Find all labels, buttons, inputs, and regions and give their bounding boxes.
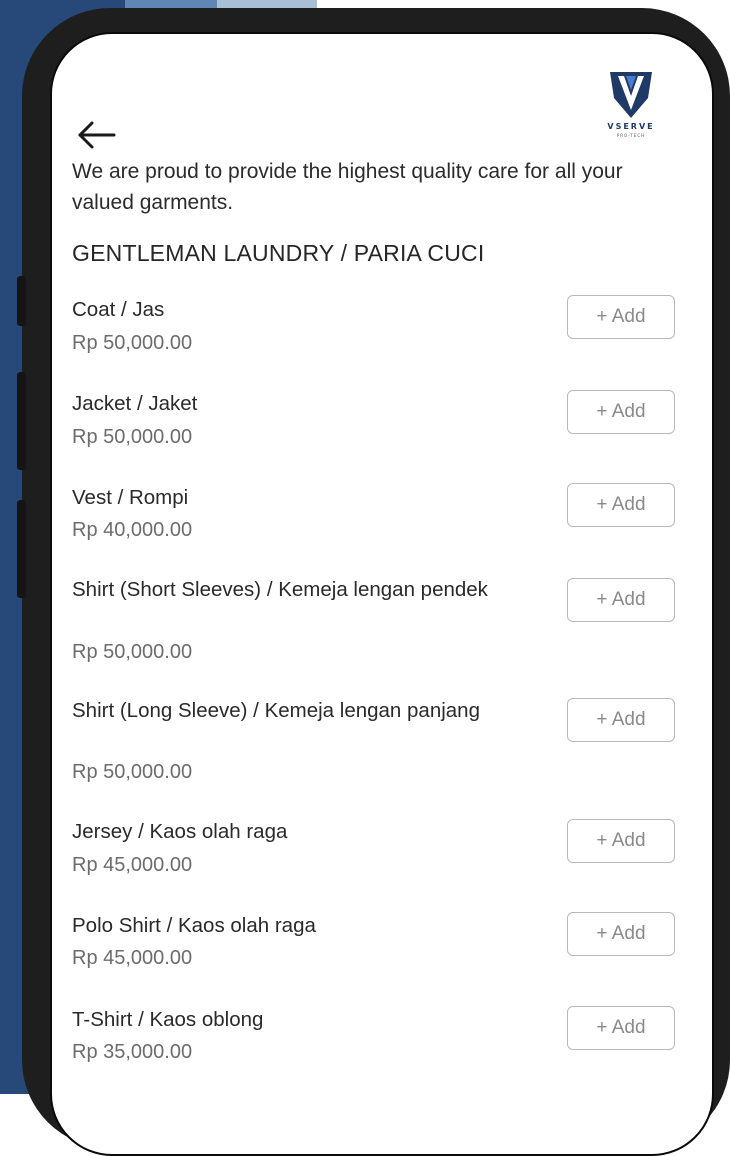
brand-logo: VSERVE PRO-TECH: [606, 68, 656, 140]
add-button[interactable]: + Add: [567, 390, 675, 434]
item-name: Shirt (Long Sleeve) / Kemeja lengan panj…: [72, 699, 480, 722]
item-price: Rp 50,000.00: [72, 426, 193, 448]
item-price: Rp 50,000.00: [72, 761, 193, 783]
arrow-left-icon: [78, 121, 116, 149]
item-name: Jacket / Jaket: [72, 392, 198, 415]
item-name: Polo Shirt / Kaos olah raga: [72, 914, 316, 937]
item-price: Rp 35,000.00: [72, 1041, 193, 1063]
brand-name: VSERVE: [607, 122, 655, 131]
item-name: Shirt (Short Sleeves) / Kemeja lengan pe…: [72, 578, 488, 601]
add-button[interactable]: + Add: [567, 912, 675, 956]
item-price: Rp 50,000.00: [72, 332, 193, 354]
phone-volume-up-button: [17, 372, 26, 470]
brand-subtitle: PRO-TECH: [616, 133, 646, 138]
item-name: Jersey / Kaos olah raga: [72, 820, 288, 843]
vserve-shield-icon: [610, 72, 652, 118]
add-button[interactable]: + Add: [567, 819, 675, 863]
phone-side-button: [17, 276, 26, 326]
item-name: Coat / Jas: [72, 298, 165, 321]
item-price: Rp 45,000.00: [72, 947, 193, 969]
item-price: Rp 40,000.00: [72, 519, 193, 541]
back-button[interactable]: [74, 120, 118, 150]
item-price: Rp 45,000.00: [72, 854, 193, 876]
add-button[interactable]: + Add: [567, 295, 675, 339]
intro-text: We are proud to provide the highest qual…: [72, 160, 623, 214]
section-title: GENTLEMAN LAUNDRY / PARIA CUCI: [72, 240, 485, 266]
item-price: Rp 50,000.00: [72, 641, 193, 663]
phone-volume-down-button: [17, 500, 26, 598]
item-name: T-Shirt / Kaos oblong: [72, 1008, 264, 1031]
item-name: Vest / Rompi: [72, 486, 189, 509]
add-button[interactable]: + Add: [567, 578, 675, 622]
phone-screen: VSERVE PRO-TECH We are proud to provide …: [50, 32, 714, 1156]
add-button[interactable]: + Add: [567, 1006, 675, 1050]
add-button[interactable]: + Add: [567, 698, 675, 742]
add-button[interactable]: + Add: [567, 483, 675, 527]
